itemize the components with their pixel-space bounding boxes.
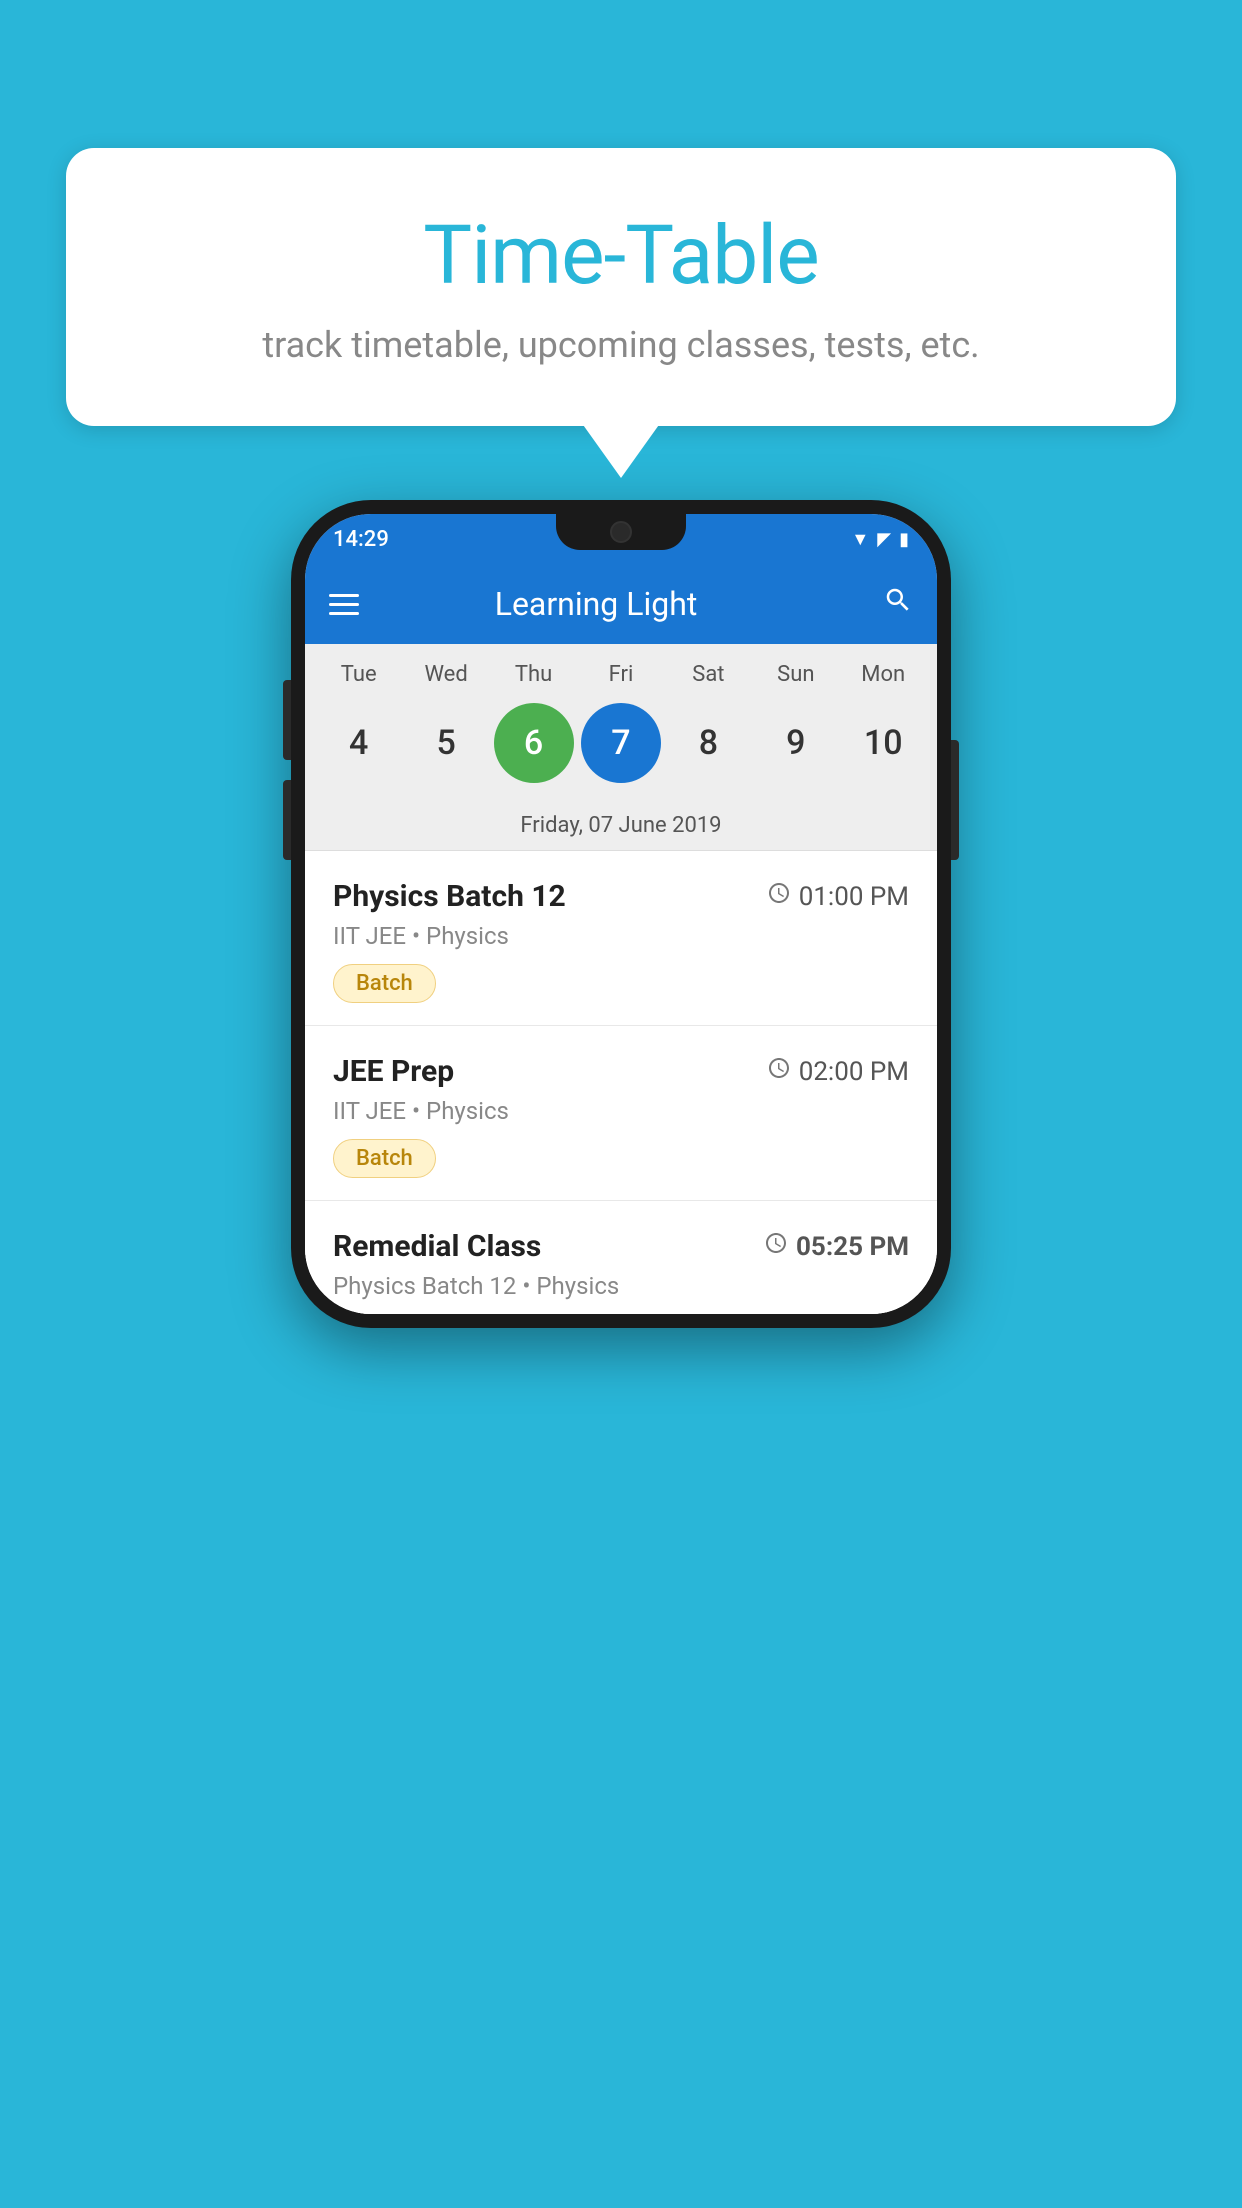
schedule-time-2: 02:00 PM [767,1056,909,1087]
hamburger-line-3 [329,612,359,615]
clock-icon-1 [767,881,791,912]
day-fri: Fri [581,662,661,687]
time-text-2: 02:00 PM [799,1057,909,1087]
signal-icon: ◤ [877,529,891,550]
day-thu: Thu [494,662,574,687]
schedule-title-3: Remedial Class [333,1229,541,1264]
phone-screen: 14:29 ▼ ◤ ▮ Learning Light [305,514,937,1314]
speech-bubble-subtitle: track timetable, upcoming classes, tests… [106,324,1136,366]
time-text-3: 05:25 PM [796,1232,909,1262]
clock-icon-3 [764,1231,788,1262]
hamburger-line-1 [329,594,359,597]
phone-notch [556,514,686,550]
app-title: Learning Light [379,585,813,623]
badge-2: Batch [333,1139,436,1178]
schedule-item-3[interactable]: Remedial Class 05:25 PM Physics Batch 12… [305,1201,937,1314]
schedule-item-1-header: Physics Batch 12 01:00 PM [333,879,909,914]
status-time: 14:29 [333,527,389,552]
date-9[interactable]: 9 [756,703,836,783]
date-8[interactable]: 8 [668,703,748,783]
phone-wrapper: 14:29 ▼ ◤ ▮ Learning Light [291,500,951,1328]
schedule-time-1: 01:00 PM [767,881,909,912]
hamburger-menu-button[interactable] [329,594,359,615]
volume-down-button [283,780,291,860]
speech-bubble: Time-Table track timetable, upcoming cla… [66,148,1176,426]
schedule-item-2-header: JEE Prep 02:00 PM [333,1054,909,1089]
speech-bubble-title: Time-Table [106,208,1136,304]
selected-date-label: Friday, 07 June 2019 [305,801,937,851]
date-10[interactable]: 10 [843,703,923,783]
phone-frame: 14:29 ▼ ◤ ▮ Learning Light [291,500,951,1328]
days-header: Tue Wed Thu Fri Sat Sun Mon [305,644,937,695]
speech-bubble-container: Time-Table track timetable, upcoming cla… [66,148,1176,426]
badge-1: Batch [333,964,436,1003]
day-sun: Sun [756,662,836,687]
dates-row: 4 5 6 7 8 9 10 [305,695,937,801]
hamburger-line-2 [329,603,359,606]
schedule-subtitle-1: IIT JEE • Physics [333,922,909,950]
schedule-title-1: Physics Batch 12 [333,879,566,914]
battery-icon: ▮ [899,529,909,550]
front-camera [610,521,632,543]
day-mon: Mon [843,662,923,687]
schedule-subtitle-3: Physics Batch 12 • Physics [333,1272,909,1300]
date-7-selected[interactable]: 7 [581,703,661,783]
time-text-1: 01:00 PM [799,882,909,912]
wifi-icon: ▼ [851,529,869,550]
date-6-today[interactable]: 6 [494,703,574,783]
schedule-item-3-header: Remedial Class 05:25 PM [333,1229,909,1264]
date-4[interactable]: 4 [319,703,399,783]
day-sat: Sat [668,662,748,687]
schedule-item-2[interactable]: JEE Prep 02:00 PM IIT JEE • Physics Batc… [305,1026,937,1201]
schedule-list: Physics Batch 12 01:00 PM IIT JEE • Phys… [305,851,937,1314]
calendar-strip: Tue Wed Thu Fri Sat Sun Mon 4 5 6 7 8 9 … [305,644,937,851]
day-tue: Tue [319,662,399,687]
status-icons: ▼ ◤ ▮ [851,529,909,550]
date-5[interactable]: 5 [406,703,486,783]
schedule-title-2: JEE Prep [333,1054,454,1089]
schedule-subtitle-2: IIT JEE • Physics [333,1097,909,1125]
search-button[interactable] [883,585,913,623]
schedule-time-3: 05:25 PM [764,1231,909,1262]
clock-icon-2 [767,1056,791,1087]
power-button [951,740,959,860]
app-bar: Learning Light [305,564,937,644]
volume-up-button [283,680,291,760]
schedule-item-1[interactable]: Physics Batch 12 01:00 PM IIT JEE • Phys… [305,851,937,1026]
day-wed: Wed [406,662,486,687]
